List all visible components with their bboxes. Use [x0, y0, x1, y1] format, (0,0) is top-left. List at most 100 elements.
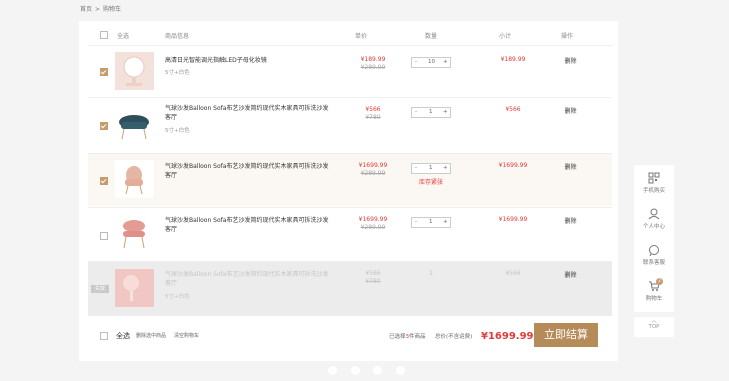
product-name[interactable]: 气球沙发Balloon Sofa布艺沙发简约现代实木家具可拆洗沙发客厅 [165, 216, 330, 234]
product-spec: 5寸+白色 [165, 70, 190, 76]
price-current: ¥1699.99 [358, 162, 388, 169]
qty-value[interactable]: 10 [428, 59, 435, 65]
qty-minus-button[interactable]: - [415, 219, 417, 225]
qty-plus-button[interactable]: + [443, 109, 448, 115]
delete-button[interactable]: 删除 [558, 270, 583, 279]
carousel-dot[interactable] [328, 366, 337, 375]
total-label: 总价(不含运费) [435, 334, 473, 340]
header-product-info: 商品信息 [165, 33, 190, 40]
cart-row: 气球沙发Balloon Sofa布艺沙发简约现代实木家具可拆洗沙发客厅 5寸+白… [88, 97, 612, 152]
price-original: ¥780 [365, 278, 381, 285]
cart-row: 气球沙发Balloon Sofa布艺沙发简约现代实木家具可拆洗沙发客厅 ¥169… [88, 207, 612, 260]
product-image-sofa-blue[interactable] [115, 105, 154, 143]
qr-code-icon [648, 172, 660, 184]
sidebar-mobile-buy[interactable]: 手机购买 [634, 172, 674, 194]
product-image-mirror-pink[interactable] [115, 269, 154, 307]
price-original: ¥289.99 [360, 170, 386, 177]
item-subtotal: ¥189.99 [500, 56, 526, 63]
clear-cart-link[interactable]: 清空购物车 [174, 332, 199, 339]
qty-plus-button[interactable]: + [443, 59, 448, 65]
quantity-stepper[interactable]: - 1 + [411, 107, 451, 118]
cart-footer: 全选 删除选中商品 清空购物车 已选择3件商品 总价(不含运费) ¥1699.9… [79, 321, 618, 351]
carousel-dot[interactable] [351, 366, 360, 375]
unit-price: ¥1699.99 ¥289.99 [343, 162, 403, 178]
delete-button[interactable]: 删除 [558, 106, 583, 115]
delete-button[interactable]: 删除 [558, 56, 583, 65]
cart-header: 全选 商品信息 单价 数量 小计 操作 [79, 29, 618, 43]
qty-minus-button[interactable]: - [415, 109, 417, 115]
product-image-chair-rose[interactable] [115, 214, 154, 252]
sidebar-mobile-label: 手机购买 [642, 188, 665, 194]
carousel-dot[interactable] [396, 366, 405, 375]
header-quantity: 数量 [425, 33, 438, 40]
cart-row: 气球沙发Balloon Sofa布艺沙发简约现代实木家具可拆洗沙发客厅 ¥169… [88, 153, 612, 206]
delete-selected-link[interactable]: 删除选中商品 [136, 332, 166, 339]
product-name[interactable]: 气球沙发Balloon Sofa布艺沙发简约现代实木家具可拆洗沙发客厅 [165, 270, 330, 288]
qty-plus-button[interactable]: + [443, 219, 448, 225]
total-amount: ¥1699.99 [481, 331, 534, 342]
item-checkbox[interactable] [100, 122, 108, 130]
delete-button[interactable]: 删除 [558, 216, 583, 225]
product-name[interactable]: 气球沙发Balloon Sofa布艺沙发简约现代实木家具可拆洗沙发客厅 [165, 162, 330, 180]
user-icon [648, 208, 660, 220]
chat-icon [649, 245, 659, 256]
item-checkbox[interactable] [100, 232, 108, 240]
sidebar-personal-label: 个人中心 [642, 224, 665, 230]
delete-button[interactable]: 删除 [558, 162, 583, 171]
back-to-top-label: TOP [648, 324, 660, 330]
qty-minus-button[interactable]: - [415, 165, 417, 171]
product-image-mirror[interactable] [115, 52, 154, 90]
footer-select-all-checkbox[interactable] [100, 332, 108, 340]
price-current: ¥1699.99 [358, 216, 388, 223]
breadcrumb: 首页 > 购物车 [80, 4, 124, 13]
item-subtotal: ¥1699.99 [498, 216, 528, 223]
qty-plus-button[interactable]: + [443, 165, 448, 171]
item-subtotal: ¥566 [505, 270, 521, 277]
sidebar-customer-service[interactable]: 联系客服 [634, 244, 674, 266]
chevron-up-icon: ︿ [651, 318, 657, 324]
unit-price: ¥1699.99 ¥289.99 [343, 216, 403, 232]
right-sidebar: 手机购买 个人中心 联系客服 2 购物车 [634, 165, 674, 312]
product-name[interactable]: 气球沙发Balloon Sofa布艺沙发简约现代实木家具可拆洗沙发客厅 [165, 104, 330, 122]
item-checkbox[interactable] [100, 68, 108, 76]
breadcrumb-home[interactable]: 首页 [80, 6, 92, 13]
price-original: ¥289.99 [360, 64, 386, 71]
product-spec: 5寸+白色 [165, 128, 190, 134]
unit-price: ¥189.99 ¥289.99 [343, 56, 403, 72]
sidebar-cart[interactable]: 2 购物车 [634, 278, 674, 302]
select-all-checkbox[interactable] [100, 31, 108, 39]
header-action: 操作 [561, 33, 574, 40]
unit-price: ¥566 ¥780 [343, 106, 403, 122]
qty-value[interactable]: 1 [429, 165, 433, 171]
quantity-stepper[interactable]: - 1 + [411, 217, 451, 228]
footer-select-all-label[interactable]: 全选 [116, 331, 130, 341]
product-name[interactable]: 高清日光智能调光指触LED子母化妆镜 [165, 56, 330, 65]
unit-price: ¥566 ¥780 [343, 270, 403, 286]
sidebar-service-label: 联系客服 [642, 260, 665, 266]
header-price: 单价 [355, 33, 368, 40]
cart-row-invalid: 失效 气球沙发Balloon Sofa布艺沙发简约现代实木家具可拆洗沙发客厅 5… [88, 261, 612, 316]
price-original: ¥780 [365, 114, 381, 121]
price-original: ¥289.99 [360, 224, 386, 231]
price-current: ¥189.99 [360, 56, 386, 63]
qty-value[interactable]: 1 [429, 109, 433, 115]
cart-row: 高清日光智能调光指触LED子母化妆镜 5寸+白色 ¥189.99 ¥289.99 … [88, 45, 612, 96]
carousel-dot[interactable] [373, 366, 382, 375]
sidebar-personal-center[interactable]: 个人中心 [634, 208, 674, 230]
checkout-button[interactable]: 立即结算 [534, 323, 598, 347]
sidebar-cart-label: 购物车 [645, 296, 663, 302]
selected-count: 已选择3件商品 [389, 332, 426, 340]
selected-count-suffix: 件商品 [409, 334, 426, 340]
back-to-top-button[interactable]: ︿ TOP [634, 317, 674, 337]
stock-warning: 库存紧张 [418, 179, 443, 186]
product-image-chair-pink[interactable] [115, 160, 154, 198]
item-checkbox[interactable] [100, 177, 108, 185]
quantity-stepper[interactable]: - 10 + [411, 57, 451, 68]
header-subtotal: 小计 [499, 33, 512, 40]
product-spec: 5寸+白色 [165, 294, 190, 300]
quantity-stepper[interactable]: - 1 + [411, 163, 451, 174]
qty-minus-button[interactable]: - [415, 59, 417, 65]
invalid-badge: 失效 [91, 285, 109, 293]
qty-value[interactable]: 1 [429, 219, 433, 225]
selected-count-prefix: 已选择 [389, 334, 406, 340]
